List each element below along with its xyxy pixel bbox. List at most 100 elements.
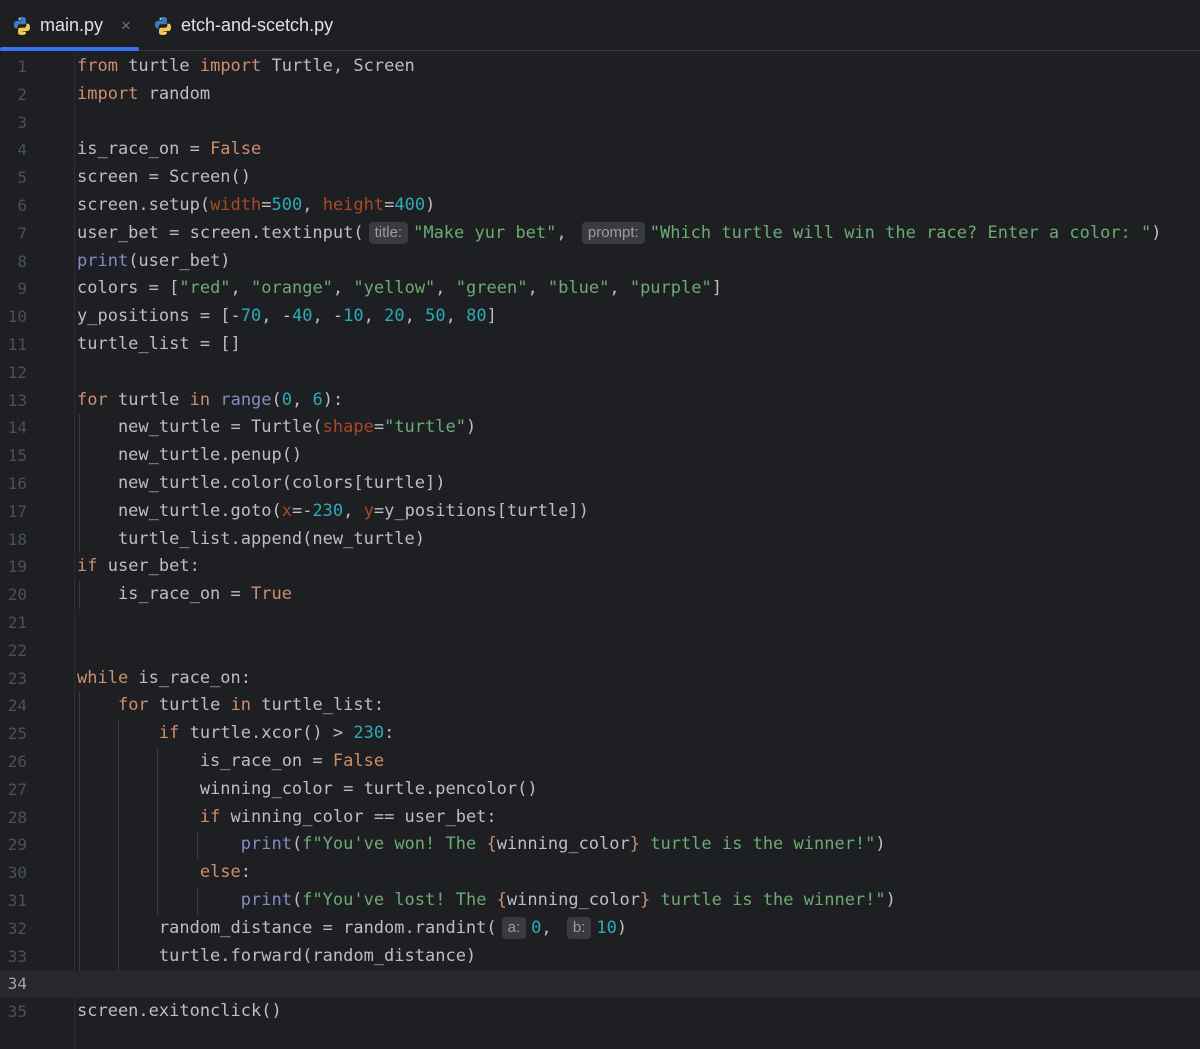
code-text: if user_bet: xyxy=(77,553,200,581)
code-token: "purple" xyxy=(629,278,712,299)
tab-label: etch-and-scetch.py xyxy=(181,15,334,35)
code-line[interactable]: 21 xyxy=(0,609,1200,637)
code-token: ) xyxy=(425,195,436,215)
code-line[interactable]: 2 import random xyxy=(0,81,1200,109)
code-token: for xyxy=(117,695,149,716)
code-line[interactable]: 25 if turtle.xcor() > 230: xyxy=(0,720,1200,748)
code-line[interactable]: 6 screen.setup(width=500, height=400) xyxy=(0,192,1200,220)
code-line[interactable]: 26 is_race_on = False xyxy=(0,748,1200,776)
code-token: , xyxy=(556,222,577,243)
code-token: 10 xyxy=(343,306,364,327)
code-line[interactable]: 12 xyxy=(0,359,1200,387)
line-number: 9 xyxy=(17,279,27,299)
code-token: print xyxy=(240,890,292,910)
line-number: 5 xyxy=(17,168,27,188)
code-line[interactable]: 22 xyxy=(0,637,1200,665)
code-token: ): xyxy=(322,389,344,410)
code-token: "turtle" xyxy=(384,417,466,438)
code-token: ( xyxy=(291,834,303,855)
code-line[interactable]: 13 for turtle in range(0, 6): xyxy=(0,387,1200,415)
code-token: else xyxy=(199,862,241,883)
code-token: y_positions = [- xyxy=(77,306,241,327)
code-token: user_bet: xyxy=(97,556,200,577)
code-token: : xyxy=(240,862,252,883)
code-text: while is_race_on: xyxy=(77,665,251,693)
line-number: 26 xyxy=(7,752,27,771)
code-line[interactable]: 8 print(user_bet) xyxy=(0,248,1200,276)
code-token: ] xyxy=(486,306,497,327)
code-line[interactable]: 33 turtle.forward(random_distance) xyxy=(0,943,1200,971)
code-line[interactable]: 7 user_bet = screen.textinput(title: "Make… xyxy=(0,220,1200,248)
code-line[interactable]: 3 xyxy=(0,109,1200,137)
code-token: print xyxy=(240,834,292,855)
code-line[interactable]: 11 turtle_list = [] xyxy=(0,331,1200,359)
code-token: turtle xyxy=(117,56,200,76)
python-icon xyxy=(14,16,30,35)
code-line[interactable]: 9 colors = ["red", "orange", "yellow", "g… xyxy=(0,275,1200,303)
code-token: "orange" xyxy=(251,278,333,299)
code-line[interactable]: 14 new_turtle = Turtle(shape="turtle") xyxy=(0,414,1200,442)
code-line[interactable]: 30 else: xyxy=(0,859,1200,887)
code-line[interactable]: 18 turtle_list.append(new_turtle) xyxy=(0,526,1200,554)
tab-main-py[interactable]: main.py × xyxy=(12,0,131,51)
code-line[interactable]: 34 xyxy=(0,970,1200,999)
code-line[interactable]: 27 winning_color = turtle.pencolor() xyxy=(0,776,1200,804)
code-token: , xyxy=(292,389,313,410)
code-token: } xyxy=(629,834,640,855)
code-line[interactable]: 20 is_race_on = True xyxy=(0,581,1200,609)
line-number: 35 xyxy=(7,1002,27,1022)
code-token: , xyxy=(363,306,385,327)
code-token: ) xyxy=(616,917,628,938)
code-line[interactable]: 28 if winning_color == user_bet: xyxy=(0,804,1200,832)
code-line[interactable]: 16 new_turtle.color(colors[turtle]) xyxy=(0,470,1200,498)
code-token: import xyxy=(77,83,139,104)
code-editor[interactable]: 1 from turtle import Turtle, Screen 2 impor… xyxy=(0,52,1200,1049)
code-token: "yellow" xyxy=(353,278,436,299)
code-token: in xyxy=(189,389,211,410)
active-tab-indicator xyxy=(0,47,139,51)
code-line[interactable]: 32 random_distance = random.randint(a: 0,… xyxy=(0,915,1200,943)
code-text: is_race_on = False xyxy=(77,748,384,776)
code-token: if xyxy=(77,556,98,577)
indent-guide xyxy=(157,748,159,915)
code-line[interactable]: 19 if user_bet: xyxy=(0,553,1200,581)
code-line[interactable]: 17 new_turtle.goto(x=-230, y=y_positions… xyxy=(0,498,1200,526)
code-token: in xyxy=(230,695,252,716)
line-number: 29 xyxy=(7,835,27,855)
line-number: 6 xyxy=(17,196,27,215)
line-number: 10 xyxy=(7,307,27,327)
code-token: height xyxy=(322,195,385,215)
code-line[interactable]: 10 y_positions = [-70, -40, -10, 20, 50, … xyxy=(0,303,1200,331)
close-tab-icon[interactable]: × xyxy=(121,16,131,36)
code-text: turtle_list.append(new_turtle) xyxy=(77,526,425,554)
code-token: turtle is the winner!" xyxy=(650,890,886,910)
code-token: 80 xyxy=(466,306,487,327)
tab-etch-and-scetch-py[interactable]: etch-and-scetch.py xyxy=(153,0,333,51)
code-text: colors = ["red", "orange", "yellow", "gr… xyxy=(77,275,722,303)
code-text: print(user_bet) xyxy=(77,248,231,276)
code-token: ) xyxy=(885,890,896,910)
code-text: is_race_on = False xyxy=(77,136,261,164)
code-token: winning_color == user_bet: xyxy=(220,806,497,827)
code-token: random xyxy=(138,83,211,104)
code-line[interactable]: 31 print(f"You've lost! The {winning_col… xyxy=(0,887,1200,915)
code-line[interactable]: 29 print(f"You've won! The {winning_colo… xyxy=(0,831,1200,859)
code-token: = xyxy=(384,195,395,215)
indent-guide xyxy=(196,831,198,860)
code-text: is_race_on = True xyxy=(77,581,292,609)
code-line[interactable]: 23 while is_race_on: xyxy=(0,665,1200,693)
line-number: 1 xyxy=(17,57,27,76)
code-token: while xyxy=(77,667,129,688)
code-line[interactable]: 4 is_race_on = False xyxy=(0,136,1200,164)
line-number: 21 xyxy=(7,613,27,632)
code-token: turtle is the winner!" xyxy=(640,834,876,855)
code-line[interactable]: 24 for turtle in turtle_list: xyxy=(0,692,1200,720)
code-line[interactable]: 15 new_turtle.penup() xyxy=(0,442,1200,470)
code-line[interactable]: 1 from turtle import Turtle, Screen xyxy=(0,53,1200,81)
code-token: shape xyxy=(322,417,374,438)
code-text: turtle_list = [] xyxy=(77,331,241,359)
code-line[interactable]: 35 screen.exitonclick() xyxy=(0,998,1200,1026)
code-line[interactable]: 5 screen = Screen() xyxy=(0,164,1200,192)
code-token: from xyxy=(77,56,118,76)
